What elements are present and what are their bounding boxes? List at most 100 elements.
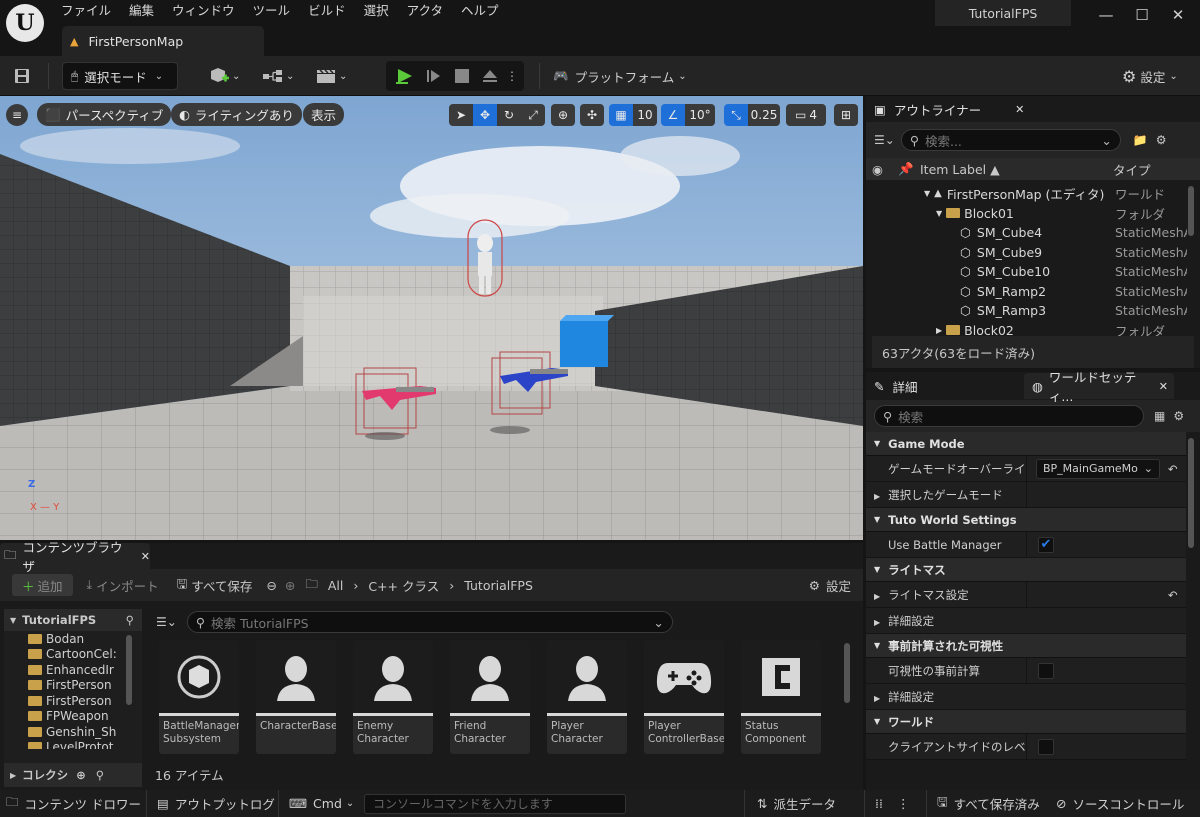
- search-icon[interactable]: ⚲: [126, 613, 134, 627]
- trace-button[interactable]: ⁞⁞ ⋮: [864, 790, 909, 817]
- menu-edit[interactable]: 編集: [120, 0, 163, 22]
- property-advanced[interactable]: ▶ 詳細設定: [866, 684, 1186, 710]
- outliner-scrollbar[interactable]: [1188, 186, 1194, 236]
- reset-arrow-icon[interactable]: ↶: [1168, 462, 1178, 476]
- settings-button[interactable]: ⚙ 設定 ⌄: [1122, 62, 1178, 90]
- folder-item[interactable]: FirstPerson: [28, 693, 142, 709]
- more-options-icon[interactable]: ⋮: [504, 69, 520, 83]
- breadcrumb-tutorialfps[interactable]: TutorialFPS: [464, 578, 533, 593]
- add-actor-button[interactable]: ⌄: [208, 62, 240, 90]
- stop-icon[interactable]: [448, 69, 476, 83]
- asset-tile[interactable]: CharacterBase: [256, 640, 336, 754]
- gear-icon[interactable]: ⚙: [1173, 409, 1184, 423]
- column-type[interactable]: タイプ: [1113, 160, 1151, 179]
- tab-first-person-map[interactable]: ▲ FirstPersonMap: [62, 26, 264, 56]
- unreal-logo-icon[interactable]: U: [6, 4, 44, 42]
- camera-speed-button[interactable]: ▭ 4: [786, 104, 826, 126]
- folder-item[interactable]: LevelProtot: [28, 740, 142, 749]
- list-item[interactable]: ▼ Block01 フォルダ: [866, 204, 1200, 224]
- rotation-snap-value[interactable]: 10°: [685, 104, 715, 126]
- folder-item[interactable]: Bodan: [28, 631, 142, 647]
- category-world[interactable]: ▼ ワールド: [866, 710, 1186, 734]
- add-folder-icon[interactable]: 📁: [1133, 133, 1148, 147]
- rotate-tool-icon[interactable]: ↻: [497, 104, 521, 126]
- more-options-icon[interactable]: ⋮: [897, 796, 910, 811]
- surface-snap-icon[interactable]: ✣: [580, 104, 604, 126]
- platforms-dropdown[interactable]: 🎮 プラットフォーム ⌄: [553, 62, 687, 90]
- details-scrollbar[interactable]: [1188, 438, 1194, 548]
- add-button[interactable]: ＋追加: [12, 574, 73, 596]
- menu-file[interactable]: ファイル: [52, 0, 120, 22]
- level-viewport[interactable]: ≡ ⬛ パースペクティブ ◐ ライティングあり 表示 ➤ ✥ ↻ ⤢ ⊕ ✣ ▦…: [0, 96, 863, 540]
- folder-item[interactable]: FirstPerson: [28, 678, 142, 694]
- filter-icon[interactable]: ☰⌄: [156, 615, 177, 629]
- translate-tool-icon[interactable]: ✥: [473, 104, 497, 126]
- category-tuto-world-settings[interactable]: ▼ Tuto World Settings: [866, 508, 1186, 532]
- source-control-button[interactable]: ⊘ ソースコントロール: [1056, 790, 1184, 817]
- derived-data-button[interactable]: ⇅ 派生データ: [744, 790, 836, 817]
- save-icon[interactable]: [10, 62, 34, 90]
- folder-item[interactable]: Genshin_Sh: [28, 724, 142, 740]
- category-game-mode[interactable]: ▼ Game Mode: [866, 432, 1186, 456]
- column-item-label[interactable]: Item Label ▲: [920, 162, 1000, 177]
- menu-window[interactable]: ウィンドウ: [163, 0, 244, 22]
- property-selected-gamemode[interactable]: ▶ 選択したゲームモード: [866, 482, 1186, 508]
- forward-arrow-icon[interactable]: ⊕: [285, 578, 295, 593]
- grid-snap-icon[interactable]: ▦: [609, 104, 633, 126]
- property-lightmass-settings[interactable]: ▶ ライトマス設定 ↶: [866, 582, 1186, 608]
- lighting-button[interactable]: ◐ ライティングあり: [171, 103, 302, 126]
- breadcrumb-cpp-classes[interactable]: C++ クラス: [368, 576, 439, 595]
- filter-icon[interactable]: ☰⌄: [874, 133, 895, 147]
- asset-tile[interactable]: Friend Character: [450, 640, 530, 754]
- menu-select[interactable]: 選択: [355, 0, 398, 22]
- asset-search-input[interactable]: ⚲ 検索 TutorialFPS ⌄: [186, 611, 673, 633]
- output-log-button[interactable]: ▤ アウトプットログ: [146, 790, 275, 817]
- cinematics-button[interactable]: ⌄: [315, 62, 347, 90]
- eject-icon[interactable]: [476, 69, 504, 83]
- show-button[interactable]: 表示: [303, 103, 345, 126]
- property-advanced[interactable]: ▶ 詳細設定: [866, 608, 1186, 634]
- precompute-visibility-checkbox[interactable]: [1038, 662, 1054, 679]
- tab-content-browser[interactable]: 🗀 コンテンツブラウザ ✕: [0, 540, 150, 574]
- tab-world-settings[interactable]: ◍ ワールドセッティ... ✕: [1024, 370, 1174, 404]
- blueprint-button[interactable]: ⌄: [262, 62, 294, 90]
- menu-actor[interactable]: アクタ: [398, 0, 452, 22]
- perspective-button[interactable]: ⬛ パースペクティブ: [37, 103, 172, 126]
- visibility-eye-icon[interactable]: ◉: [872, 162, 883, 177]
- step-icon[interactable]: [420, 68, 448, 84]
- back-arrow-icon[interactable]: ⊖: [266, 578, 276, 593]
- asset-tile[interactable]: Player Character: [547, 640, 627, 754]
- gear-icon[interactable]: ⚙: [1156, 133, 1167, 147]
- content-drawer-button[interactable]: 🗀 コンテンツ ドロワー: [6, 790, 141, 817]
- reset-arrow-icon[interactable]: ↶: [1168, 588, 1178, 602]
- select-mode-dropdown[interactable]: 🖱 選択モード ⌄: [62, 62, 178, 90]
- scale-tool-icon[interactable]: ⤢: [521, 104, 545, 126]
- close-icon[interactable]: ✕: [1159, 380, 1168, 393]
- details-search-input[interactable]: ⚲ 検索: [874, 405, 1144, 427]
- list-item[interactable]: ⬡ SM_Cube10 StaticMeshA: [866, 262, 1200, 282]
- add-collection-icon[interactable]: ⊕: [76, 768, 86, 782]
- viewport-menu-icon[interactable]: ≡: [6, 104, 28, 126]
- scale-snap-value[interactable]: 0.25: [748, 104, 780, 126]
- folder-item[interactable]: CartoonCel:: [28, 647, 142, 663]
- grid-snap-value[interactable]: 10: [633, 104, 657, 126]
- scale-snap-icon[interactable]: ⤡: [724, 104, 748, 126]
- menu-tools[interactable]: ツール: [244, 0, 300, 22]
- list-item[interactable]: ⬡ SM_Ramp3 StaticMeshA: [866, 301, 1200, 321]
- close-icon[interactable]: ✕: [1015, 103, 1024, 116]
- sources-scrollbar[interactable]: [126, 635, 132, 705]
- list-item[interactable]: ⬡ SM_Cube4 StaticMeshA: [866, 223, 1200, 243]
- sources-root[interactable]: ▼ TutorialFPS ⚲: [4, 609, 142, 631]
- list-item[interactable]: ⬡ SM_Cube9 StaticMeshA: [866, 243, 1200, 263]
- tab-details[interactable]: ✎ 詳細: [866, 373, 1024, 399]
- asset-tile[interactable]: Player ControllerBase: [644, 640, 724, 754]
- cmd-dropdown[interactable]: ⌨ Cmd ⌄: [278, 790, 354, 817]
- breadcrumb-all[interactable]: All: [328, 578, 344, 593]
- asset-tile[interactable]: Status Component: [741, 640, 821, 754]
- list-item[interactable]: ⬡ SM_Ramp2 StaticMeshA: [866, 282, 1200, 302]
- rotation-snap-icon[interactable]: ∠: [661, 104, 685, 126]
- table-view-icon[interactable]: ▦: [1154, 409, 1165, 423]
- pin-icon[interactable]: 📌: [898, 161, 914, 177]
- category-precomputed-visibility[interactable]: ▼ 事前計算された可視性: [866, 634, 1186, 658]
- save-all-button[interactable]: 🖫 すべて保存: [177, 575, 253, 596]
